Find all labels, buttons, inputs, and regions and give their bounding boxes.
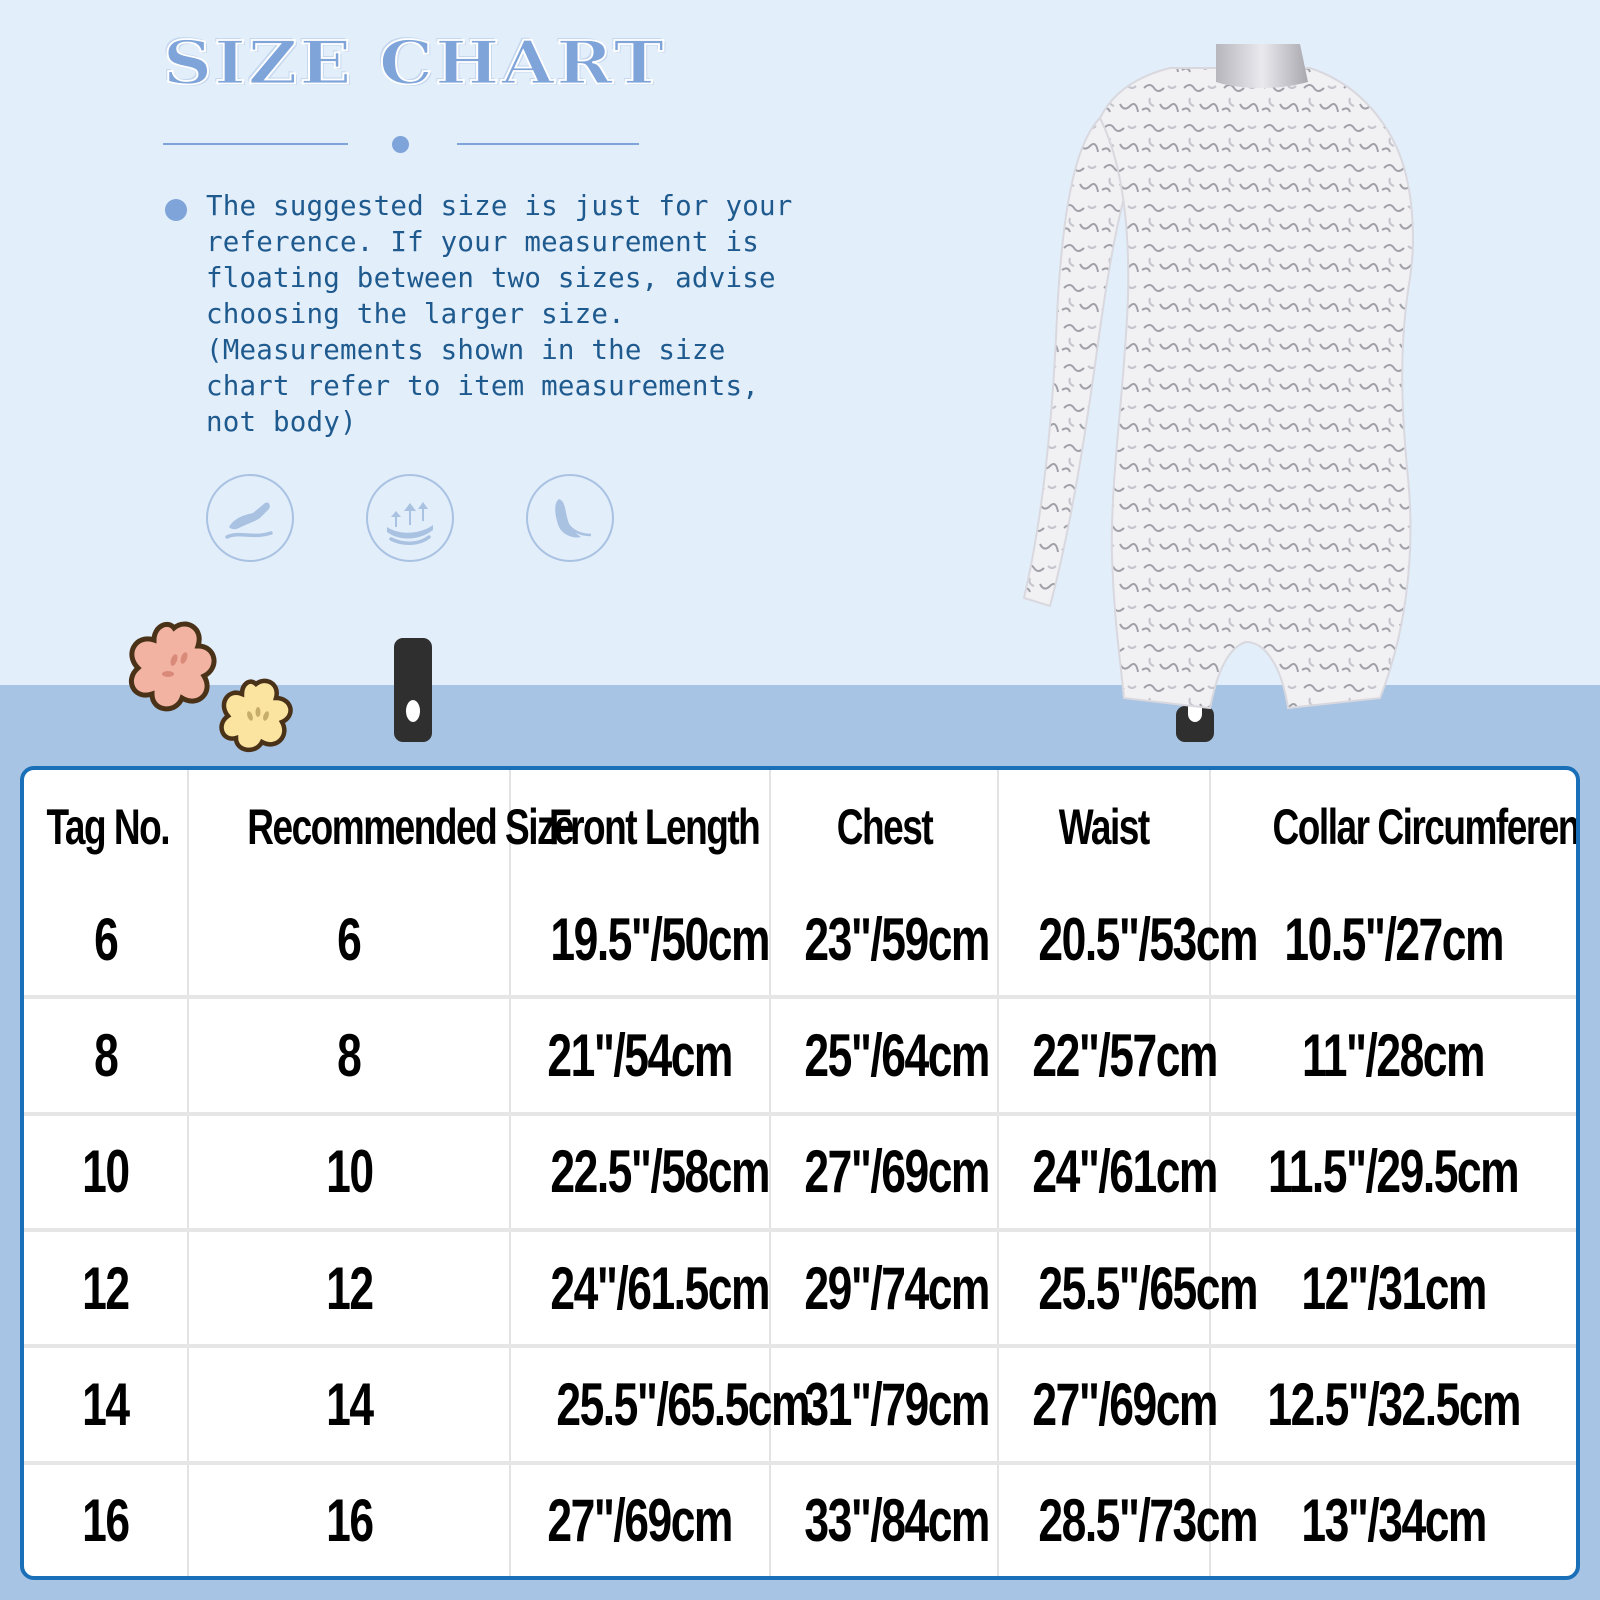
- cell-tag-no: 14: [24, 1346, 189, 1463]
- cell-chest: 31"/79cm: [770, 1346, 999, 1463]
- lightweight-feather-icon: [526, 474, 614, 562]
- table-row: 16 16 27"/69cm 33"/84cm 28.5"/73cm 13"/34cm: [24, 1462, 1576, 1576]
- table-row: 6 6 19.5"/50cm 23"/59cm 20.5"/53cm 10.5"/27cm: [24, 884, 1576, 998]
- cell-collar-circumference: 13"/34cm: [1301, 1486, 1487, 1554]
- cell-tag-no: 6: [24, 884, 189, 998]
- mannequin-stand-left: [394, 638, 432, 742]
- cell-recommended-size: 6: [188, 884, 511, 998]
- note-bullet-icon: [165, 199, 187, 221]
- soft-touch-hand-icon: [206, 474, 294, 562]
- cell-collar-circumference: 10.5"/27cm: [1284, 906, 1504, 974]
- column-header-chest: Chest: [770, 770, 999, 884]
- product-image-leotard: [1022, 44, 1414, 710]
- stretch-arrows-icon: [366, 474, 454, 562]
- table-row: 10 10 22.5"/58cm 27"/69cm 24"/61cm 11.5"/29.5…: [24, 1113, 1576, 1230]
- title-divider-right: [457, 143, 639, 145]
- cell-collar-circumference: 11"/28cm: [1302, 1021, 1486, 1089]
- column-header-tag-no: Tag No.: [24, 770, 189, 884]
- size-note: The suggested size is just for your refe…: [206, 190, 793, 438]
- cell-tag-no: 16: [24, 1462, 189, 1576]
- pink-flower-decoration: [129, 621, 217, 712]
- cell-front-length: 24"/61.5cm: [510, 1229, 771, 1347]
- table-row: 8 8 21"/54cm 25"/64cm 22"/57cm 11"/28cm: [24, 997, 1576, 1114]
- cell-tag-no: 10: [24, 1113, 189, 1230]
- title-divider-dot: [392, 136, 409, 153]
- table-row: 14 14 25.5"/65.5cm 31"/79cm 27"/69cm 12.5"/32…: [24, 1346, 1576, 1463]
- table-row: 12 12 24"/61.5cm 29"/74cm 25.5"/65cm 12"/31cm: [24, 1229, 1576, 1347]
- cell-front-length: 27"/69cm: [510, 1462, 771, 1576]
- cell-tag-no: 8: [24, 997, 189, 1114]
- cell-collar-circumference: 12"/31cm: [1301, 1254, 1487, 1322]
- column-header-collar-circumference: Collar Circumference: [1272, 799, 1579, 855]
- size-table: Tag No. Recommended Size Front Length Ch…: [20, 766, 1580, 1580]
- cell-front-length: 21"/54cm: [510, 997, 771, 1114]
- cell-waist: 28.5"/73cm: [998, 1462, 1258, 1576]
- cell-collar-circumference: 12.5"/32.5cm: [1267, 1371, 1521, 1438]
- cell-waist: 22"/57cm: [998, 997, 1218, 1114]
- cell-chest: 33"/84cm: [770, 1462, 999, 1576]
- table-header-row: Tag No. Recommended Size Front Length Ch…: [24, 770, 1576, 884]
- cell-front-length: 25.5"/65.5cm: [510, 1346, 810, 1463]
- cell-recommended-size: 16: [188, 1462, 511, 1576]
- cell-chest: 25"/64cm: [770, 997, 999, 1114]
- yellow-flower-decoration: [219, 678, 293, 752]
- column-header-front-length: Front Length: [510, 770, 771, 884]
- cell-chest: 27"/69cm: [770, 1113, 999, 1230]
- cell-recommended-size: 8: [188, 997, 511, 1114]
- column-header-waist: Waist: [998, 770, 1211, 884]
- cell-waist: 27"/69cm: [998, 1346, 1218, 1463]
- cell-waist: 20.5"/53cm: [998, 884, 1258, 998]
- column-header-recommended-size: Recommended Size: [188, 770, 575, 884]
- cell-recommended-size: 10: [188, 1113, 511, 1230]
- cell-chest: 23"/59cm: [770, 884, 999, 998]
- cell-waist: 24"/61cm: [998, 1113, 1218, 1230]
- title-divider-left: [163, 143, 348, 145]
- page-title: SIZE CHART: [162, 27, 667, 99]
- cell-tag-no: 12: [24, 1229, 189, 1347]
- cell-chest: 29"/74cm: [770, 1229, 999, 1347]
- cell-waist: 25.5"/65cm: [998, 1229, 1258, 1347]
- cell-recommended-size: 12: [188, 1229, 511, 1347]
- cell-collar-circumference: 11.5"/29.5cm: [1268, 1138, 1520, 1206]
- cell-front-length: 19.5"/50cm: [510, 884, 771, 998]
- cell-recommended-size: 14: [188, 1346, 511, 1463]
- cell-front-length: 22.5"/58cm: [510, 1113, 771, 1230]
